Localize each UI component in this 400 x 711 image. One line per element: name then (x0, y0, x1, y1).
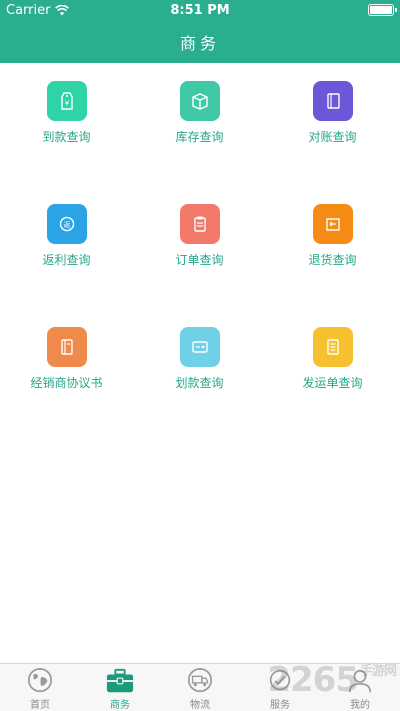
grid-item-label: 返利查询 (42, 253, 91, 267)
watermark-logo: 2265 手游网 (267, 660, 397, 700)
grid-item-return-query[interactable]: 退货查询 (266, 204, 399, 268)
nav-bar: 商务 (0, 20, 400, 63)
tab-logistics[interactable]: 物流 (160, 664, 240, 711)
watermark-text: 2265 (267, 660, 359, 700)
tab-label: 首页 (30, 700, 50, 711)
watermark-suffix: 手游网 (359, 664, 397, 679)
grid-item-label: 库存查询 (175, 130, 224, 144)
status-bar: Carrier 8:51 PM (0, 0, 400, 20)
grid-item-reconciliation-query[interactable]: 对账查询 (266, 81, 399, 145)
grid-item-label: 发运单查询 (302, 376, 363, 390)
grid-item-label: 对账查询 (308, 130, 357, 144)
globe-icon (27, 668, 53, 693)
grid-item-label: 订单查询 (175, 253, 224, 267)
battery-icon (368, 4, 397, 16)
card-icon (179, 327, 220, 367)
rebate-icon: 返 (46, 204, 87, 244)
grid-item-label: 到款查询 (42, 130, 91, 144)
tab-home[interactable]: 首页 (0, 664, 80, 711)
grid-item-dealer-agreement[interactable]: 经销商协议书 (0, 327, 133, 391)
grid-item-label: 退货查询 (308, 253, 357, 267)
tab-business[interactable]: 商务 (80, 664, 160, 711)
grid-item-order-query[interactable]: 订单查询 (133, 204, 266, 268)
clipboard-icon (179, 204, 220, 244)
grid-item-label: 划款查询 (175, 376, 224, 390)
status-bar-left: Carrier (6, 2, 70, 18)
grid-item-inventory-query[interactable]: 库存查询 (133, 81, 266, 145)
agreement-icon (46, 327, 87, 367)
notebook-icon (312, 81, 353, 121)
svg-text:¥: ¥ (64, 100, 69, 108)
grid-item-rebate-query[interactable]: 返 返利查询 (0, 204, 133, 268)
grid-item-label: 经销商协议书 (30, 376, 103, 390)
return-icon (312, 204, 353, 244)
carrier-label: Carrier (6, 2, 51, 18)
document-icon (312, 327, 353, 367)
tab-label: 商务 (110, 700, 130, 711)
tab-label: 物流 (190, 700, 210, 711)
grid-item-transfer-query[interactable]: 划款查询 (133, 327, 266, 391)
briefcase-icon (106, 668, 134, 693)
svg-text:返: 返 (63, 221, 70, 229)
grid-item-shipment-query[interactable]: 发运单查询 (266, 327, 399, 391)
yuan-tag-icon: ¥ (46, 81, 87, 121)
grid-item-payment-query[interactable]: ¥ 到款查询 (0, 81, 133, 145)
wifi-icon (55, 4, 70, 15)
truck-icon (187, 668, 213, 693)
page-title: 商务 (179, 33, 220, 53)
box-icon (179, 81, 220, 121)
